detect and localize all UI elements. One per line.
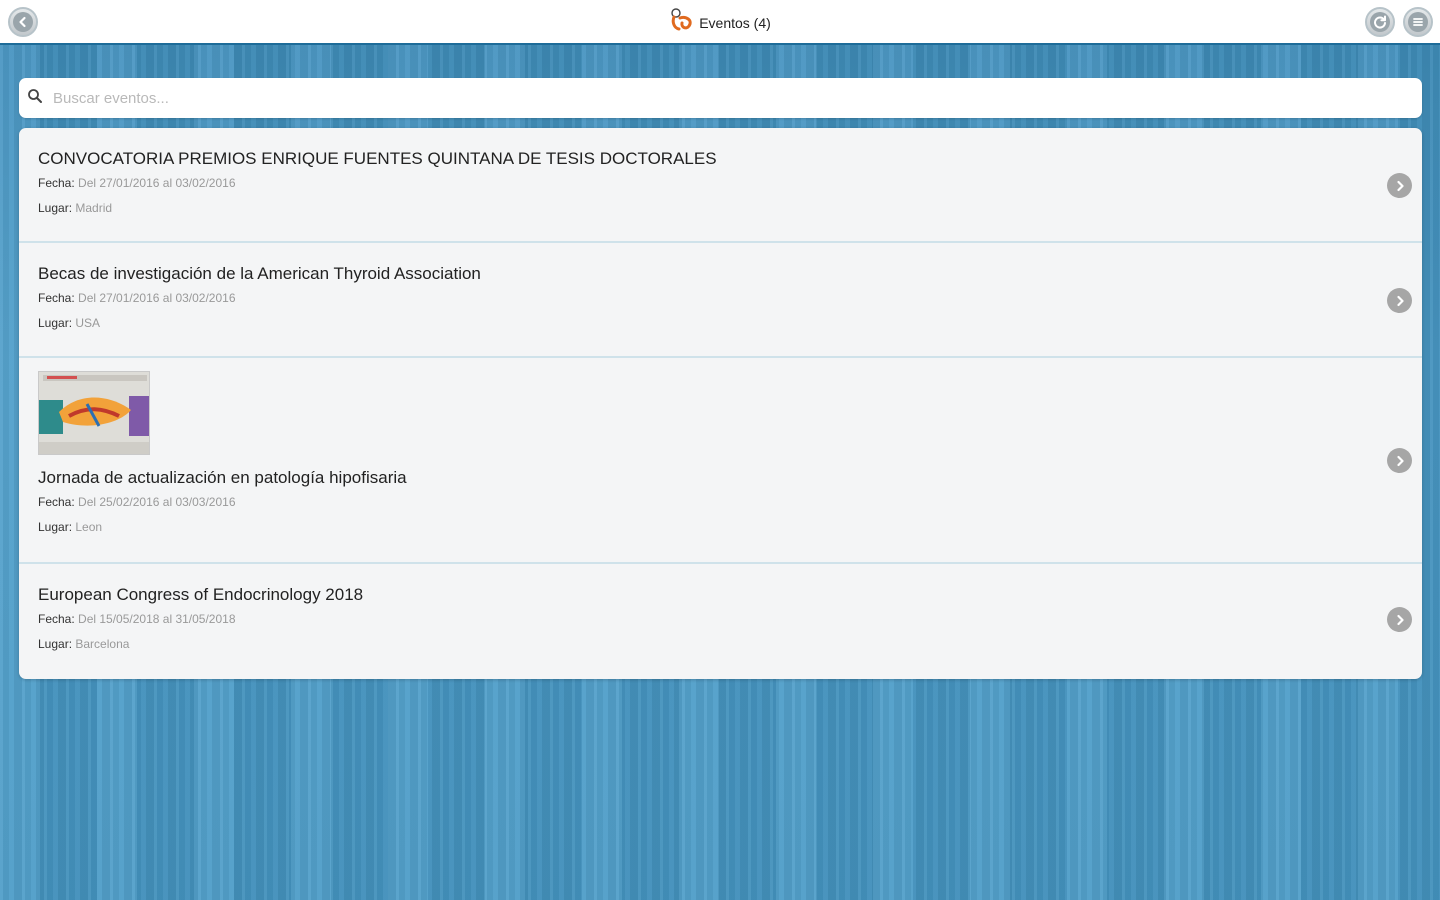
event-date: Fecha: Del 25/02/2016 al 03/03/2016	[38, 495, 1362, 509]
event-title: Jornada de actualización en patología hi…	[38, 468, 407, 487]
place-label: Lugar:	[38, 201, 73, 215]
event-item[interactable]: CONVOCATORIA PREMIOS ENRIQUE FUENTES QUI…	[19, 128, 1422, 243]
search-input[interactable]	[51, 88, 1355, 108]
chevron-right-icon[interactable]	[1387, 448, 1412, 473]
event-place: Lugar: Madrid	[38, 201, 1362, 215]
refresh-button[interactable]	[1365, 7, 1395, 37]
event-date: Fecha: Del 27/01/2016 al 03/02/2016	[38, 176, 1362, 190]
search-icon	[27, 88, 43, 109]
event-title: Becas de investigación de la American Th…	[38, 264, 481, 283]
event-title: CONVOCATORIA PREMIOS ENRIQUE FUENTES QUI…	[38, 149, 717, 168]
refresh-icon	[1370, 12, 1390, 32]
place-value: Barcelona	[75, 637, 130, 651]
place-label: Lugar:	[38, 316, 73, 330]
event-item[interactable]: Jornada de actualización en patología hi…	[19, 358, 1422, 564]
date-label: Fecha:	[38, 176, 75, 190]
event-date: Fecha: Del 27/01/2016 al 03/02/2016	[38, 291, 1362, 305]
chevron-right-icon[interactable]	[1387, 173, 1412, 198]
event-thumbnail-image	[38, 371, 150, 455]
date-value: Del 27/01/2016 al 03/02/2016	[78, 291, 236, 305]
app-logo-icon	[669, 8, 695, 37]
place-label: Lugar:	[38, 637, 73, 651]
chevron-right-icon[interactable]	[1387, 607, 1412, 632]
page-title: Eventos (4)	[699, 14, 771, 31]
chevron-right-icon[interactable]	[1387, 288, 1412, 313]
date-value: Del 27/01/2016 al 03/02/2016	[78, 176, 236, 190]
event-title: European Congress of Endocrinology 2018	[38, 585, 364, 604]
menu-button[interactable]	[1403, 7, 1433, 37]
event-place: Lugar: Barcelona	[38, 637, 1362, 651]
place-value: Leon	[75, 520, 103, 534]
event-place: Lugar: USA	[38, 316, 1362, 330]
top-bar: Eventos (4)	[0, 0, 1440, 45]
events-list: CONVOCATORIA PREMIOS ENRIQUE FUENTES QUI…	[19, 128, 1422, 679]
event-item[interactable]: European Congress of Endocrinology 2018 …	[19, 564, 1422, 679]
place-label: Lugar:	[38, 520, 73, 534]
event-item[interactable]: Becas de investigación de la American Th…	[19, 243, 1422, 358]
date-label: Fecha:	[38, 291, 75, 305]
date-label: Fecha:	[38, 612, 75, 626]
event-place: Lugar: Leon	[38, 520, 1362, 534]
place-value: Madrid	[75, 201, 113, 215]
menu-icon	[1408, 12, 1428, 32]
date-value: Del 25/02/2016 al 03/03/2016	[78, 495, 236, 509]
date-label: Fecha:	[38, 495, 75, 509]
date-value: Del 15/05/2018 al 31/05/2018	[78, 612, 236, 626]
page-title-area: Eventos (4)	[0, 0, 1440, 45]
place-value: USA	[75, 316, 101, 330]
event-date: Fecha: Del 15/05/2018 al 31/05/2018	[38, 612, 1362, 626]
search-bar[interactable]	[19, 78, 1422, 118]
